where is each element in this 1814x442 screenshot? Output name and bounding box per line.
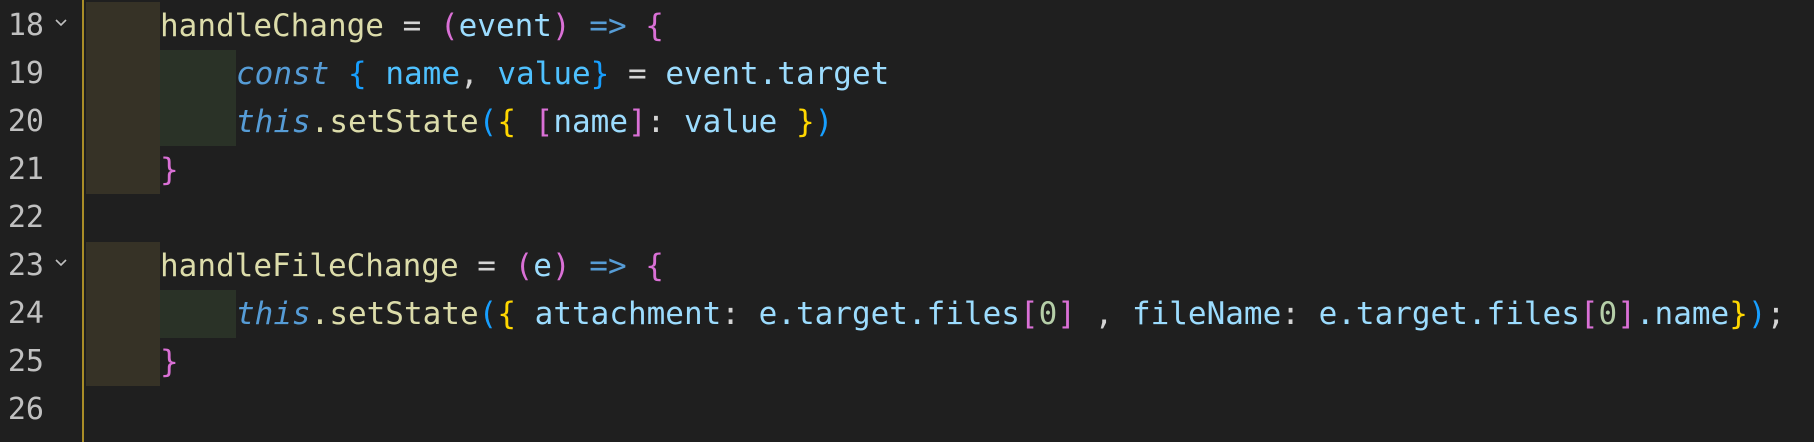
- line-number: 23: [7, 248, 44, 283]
- code-editor[interactable]: 18 handleChange = (event) => { 19 const …: [0, 0, 1814, 442]
- line-number: 19: [7, 56, 44, 91]
- line-number: 25: [7, 344, 44, 379]
- code-line-26[interactable]: 26: [0, 386, 1814, 434]
- line-number: 22: [7, 200, 44, 235]
- code-line-18[interactable]: 18 handleChange = (event) => {: [0, 2, 1814, 50]
- code-line-20[interactable]: 20 this.setState({ [name]: value }): [0, 98, 1814, 146]
- chevron-down-icon[interactable]: [54, 256, 68, 270]
- code-text: this.setState({ attachment: e.target.fil…: [236, 296, 1786, 332]
- line-number: 18: [7, 8, 44, 43]
- code-line-22[interactable]: 22: [0, 194, 1814, 242]
- code-text: }: [160, 152, 179, 188]
- code-text: this.setState({ [name]: value }): [236, 104, 834, 140]
- code-line-24[interactable]: 24 this.setState({ attachment: e.target.…: [0, 290, 1814, 338]
- code-line-19[interactable]: 19 const { name, value} = event.target: [0, 50, 1814, 98]
- line-number: 24: [7, 296, 44, 331]
- indent-highlight: [160, 290, 236, 338]
- indent-highlight: [160, 98, 236, 146]
- code-text: handleFileChange = (e) => {: [160, 248, 664, 284]
- indent-highlight: [86, 242, 160, 290]
- code-line-21[interactable]: 21 }: [0, 146, 1814, 194]
- code-line-25[interactable]: 25 }: [0, 338, 1814, 386]
- indent-highlight: [86, 98, 160, 146]
- chevron-down-icon[interactable]: [54, 16, 68, 30]
- indent-highlight: [86, 338, 160, 386]
- code-text: const { name, value} = event.target: [236, 56, 890, 92]
- line-number: 26: [7, 392, 44, 427]
- line-number: 20: [7, 104, 44, 139]
- indent-highlight: [86, 146, 160, 194]
- code-line-23[interactable]: 23 handleFileChange = (e) => {: [0, 242, 1814, 290]
- indent-highlight: [160, 50, 236, 98]
- indent-highlight: [86, 2, 160, 50]
- code-text: }: [160, 344, 179, 380]
- indent-highlight: [86, 50, 160, 98]
- line-number: 21: [7, 152, 44, 187]
- code-text: handleChange = (event) => {: [160, 8, 664, 44]
- indent-highlight: [86, 290, 160, 338]
